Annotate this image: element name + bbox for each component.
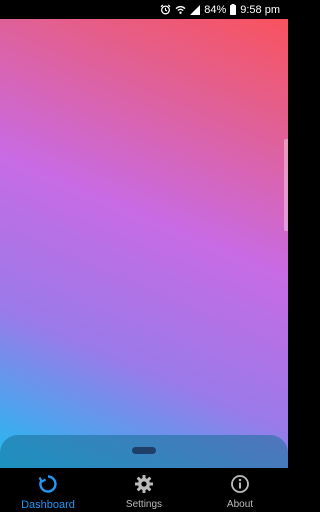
nav-label-about: About xyxy=(226,499,254,510)
edge-panel-handle[interactable] xyxy=(284,139,288,231)
refresh-icon xyxy=(38,474,58,494)
nav-item-dashboard[interactable]: Dashboard xyxy=(0,468,96,512)
battery-icon xyxy=(230,0,237,19)
status-bar: 84% 9:58 pm xyxy=(0,0,288,19)
nav-item-about[interactable]: About xyxy=(192,468,288,512)
status-time: 9:58 pm xyxy=(240,3,280,16)
battery-percent: 84% xyxy=(204,3,227,16)
bottom-sheet[interactable] xyxy=(0,435,288,468)
info-icon xyxy=(230,474,250,494)
nav-item-settings[interactable]: Settings xyxy=(96,468,192,512)
app-screen: 84% 9:58 pm Dashboard Settings About xyxy=(0,0,288,512)
alarm-icon xyxy=(160,0,171,19)
wifi-icon xyxy=(175,0,186,19)
nav-label-settings: Settings xyxy=(125,499,163,510)
nav-label-dashboard: Dashboard xyxy=(21,499,75,511)
gradient-background xyxy=(0,19,288,468)
gear-icon xyxy=(134,474,154,494)
bottom-navigation: Dashboard Settings About xyxy=(0,468,288,512)
sheet-drag-handle[interactable] xyxy=(132,447,156,454)
signal-icon xyxy=(190,0,201,19)
